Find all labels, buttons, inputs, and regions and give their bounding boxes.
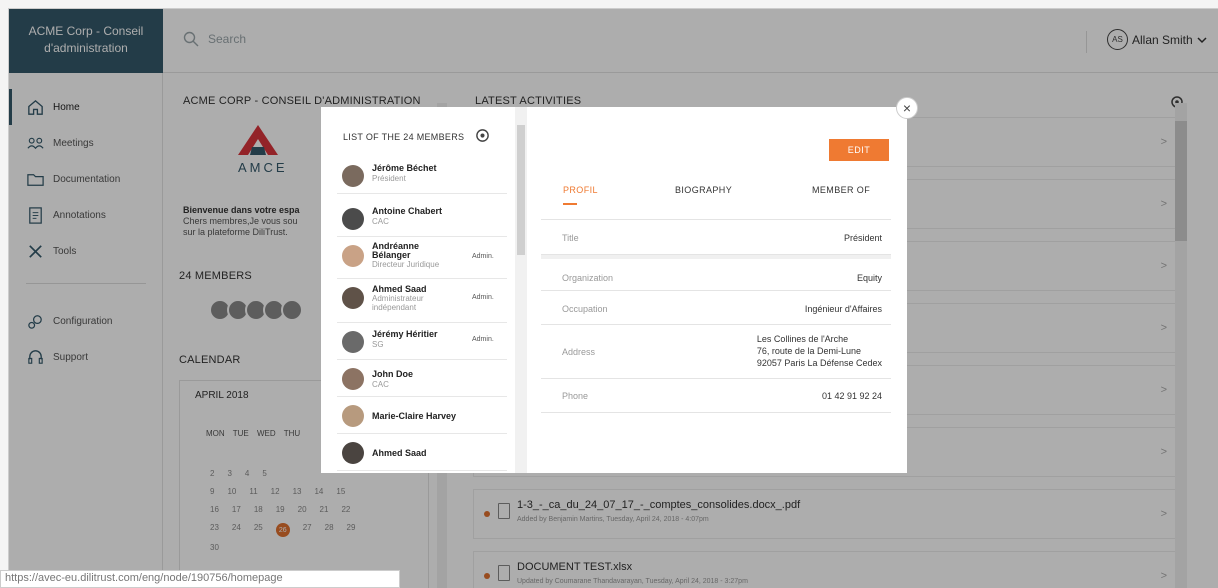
scrollbar-thumb[interactable] bbox=[517, 125, 525, 255]
close-icon[interactable]: × bbox=[896, 97, 918, 119]
address-value: Les Collines de l'Arche 76, route de la … bbox=[757, 333, 882, 369]
avatar bbox=[342, 368, 364, 390]
member-item[interactable]: Marie-Claire Harvey bbox=[337, 397, 507, 434]
profile-row-phone: Phone 01 42 91 92 24 bbox=[541, 379, 891, 413]
member-item[interactable]: Jérémy Héritier SG Admin. bbox=[337, 323, 507, 360]
member-name: Ahmed Saad bbox=[372, 448, 427, 458]
field-label: Phone bbox=[562, 391, 589, 401]
address-line: 92057 Paris La Défense Cedex bbox=[756, 358, 882, 368]
member-name: Marie-Claire Harvey bbox=[372, 411, 457, 421]
active-tab-indicator bbox=[563, 203, 577, 205]
admin-badge: Admin. bbox=[472, 253, 494, 260]
members-list-title: LIST OF THE 24 MEMBERS bbox=[343, 132, 465, 142]
member-name: John Doe bbox=[372, 369, 414, 379]
member-name: Ahmed Saad bbox=[372, 284, 427, 294]
field-value: Ingénieur d'Affaires bbox=[804, 304, 882, 314]
member-item[interactable]: Jérôme Béchet Président bbox=[337, 157, 507, 194]
admin-badge: Admin. bbox=[472, 294, 494, 301]
admin-badge: Admin. bbox=[472, 336, 494, 343]
member-item[interactable]: Antoine Chabert CAC bbox=[337, 200, 507, 237]
member-role: SG bbox=[372, 340, 384, 349]
avatar bbox=[342, 208, 364, 230]
profile-row-occupation: Occupation Ingénieur d'Affaires bbox=[541, 291, 891, 325]
member-item[interactable]: Ahmed Saad Administrateur indépendant Ad… bbox=[337, 279, 507, 323]
app-window: ACME Corp - Conseil d'administration Sea… bbox=[8, 8, 1218, 588]
profile-row-organization: Organization Equity bbox=[541, 255, 891, 291]
avatar bbox=[342, 287, 364, 309]
field-label: Title bbox=[562, 233, 579, 243]
field-label: Organization bbox=[562, 273, 614, 283]
avatar bbox=[342, 405, 364, 427]
member-role: CAC bbox=[372, 217, 389, 226]
status-url-tooltip: https://avec-eu.dilitrust.com/eng/node/1… bbox=[0, 570, 400, 588]
member-role: indépendant bbox=[372, 303, 417, 312]
member-name: Jérôme Béchet bbox=[372, 163, 437, 173]
avatar bbox=[342, 165, 364, 187]
gear-icon[interactable] bbox=[475, 128, 490, 143]
address-line: Les Collines de l'Arche bbox=[756, 334, 849, 344]
member-role: CAC bbox=[372, 380, 389, 389]
tab-member-of[interactable]: MEMBER OF bbox=[812, 185, 870, 195]
field-label: Address bbox=[562, 347, 596, 357]
member-role: Président bbox=[372, 174, 406, 183]
field-value: 01 42 91 92 24 bbox=[821, 391, 882, 401]
member-name: Bélanger bbox=[372, 250, 411, 260]
field-value: Président bbox=[843, 233, 882, 243]
member-role: Administrateur bbox=[372, 294, 424, 303]
address-line: 76, route de la Demi-Lune bbox=[756, 346, 861, 356]
members-list: LIST OF THE 24 MEMBERS Jérôme Béchet Pré… bbox=[321, 107, 515, 473]
tab-profil[interactable]: PROFIL bbox=[563, 185, 598, 195]
member-item[interactable]: Ahmed Saad bbox=[337, 434, 507, 471]
tab-biography[interactable]: BIOGRAPHY bbox=[675, 185, 732, 195]
field-value: Equity bbox=[856, 273, 882, 283]
member-role: Directeur Juridique bbox=[372, 260, 440, 269]
edit-button[interactable]: EDIT bbox=[829, 139, 889, 161]
profile-row-address: Address Les Collines de l'Arche 76, rout… bbox=[541, 325, 891, 379]
member-name: Jérémy Héritier bbox=[372, 329, 438, 339]
member-item[interactable]: Andréanne Bélanger Directeur Juridique A… bbox=[337, 237, 507, 279]
member-item[interactable]: John Doe CAC bbox=[337, 360, 507, 397]
avatar bbox=[342, 245, 364, 267]
avatar bbox=[342, 442, 364, 464]
member-name: Antoine Chabert bbox=[372, 206, 443, 216]
members-modal: LIST OF THE 24 MEMBERS Jérôme Béchet Pré… bbox=[321, 107, 907, 473]
profile-row-title: Title Président bbox=[541, 219, 891, 255]
field-label: Occupation bbox=[562, 304, 608, 314]
avatar bbox=[342, 331, 364, 353]
member-profile: EDIT PROFIL BIOGRAPHY MEMBER OF Title Pr… bbox=[527, 107, 907, 473]
